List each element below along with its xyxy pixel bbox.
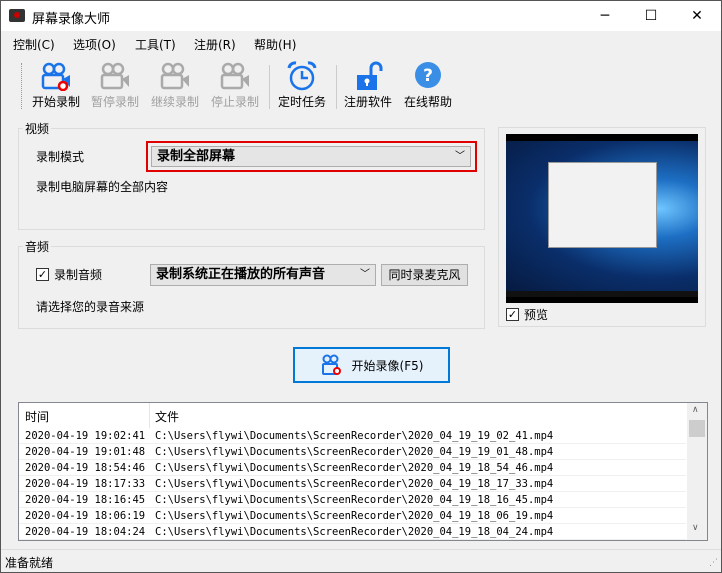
audio-group-label: 音频 — [23, 238, 52, 255]
audio-source-value: 录制系统正在播放的所有声音 — [156, 267, 326, 282]
table-row[interactable]: 2020-04-19 19:02:41 C:\Users\flywi\Docume… — [19, 428, 686, 444]
row-time: 2020-04-19 19:02:41 — [25, 430, 146, 442]
audio-group — [18, 246, 485, 329]
recordings-list[interactable]: 时间 文件 2020-04-19 19:02:41 C:\Users\flywi\… — [18, 402, 708, 541]
preview-image — [506, 134, 698, 303]
table-row[interactable]: 2020-04-19 18:16:45 C:\Users\flywi\Docume… — [19, 492, 686, 508]
preview-label: 预览 — [524, 308, 549, 322]
chevron-down-icon: ﹀ — [360, 269, 370, 280]
vertical-scrollbar[interactable]: ∧ ∨ — [687, 403, 707, 540]
minimize-button[interactable]: ─ — [582, 1, 628, 31]
toolbar-grip[interactable] — [21, 63, 22, 109]
pause-record-label: 暂停录制 — [90, 95, 139, 109]
record-audio-checkbox[interactable]: ✓ — [36, 268, 49, 281]
column-header-file[interactable]: 文件 — [155, 408, 179, 425]
table-row[interactable]: 2020-04-19 18:06:19 C:\Users\flywi\Docume… — [19, 508, 686, 524]
table-row[interactable]: 2020-04-19 19:01:48 C:\Users\flywi\Docume… — [19, 444, 686, 460]
online-help-label: 在线帮助 — [403, 95, 452, 109]
register-label: 注册软件 — [343, 95, 392, 109]
start-recording-label: 开始录像(F5) — [351, 358, 424, 373]
help-icon: ? — [415, 62, 441, 88]
table-row[interactable]: 2020-04-19 18:54:46 C:\Users\flywi\Docume… — [19, 460, 686, 476]
alarm-clock-icon — [287, 61, 317, 91]
camera-record-icon — [321, 354, 341, 375]
maximize-button[interactable]: ☐ — [628, 1, 674, 31]
column-header-time[interactable]: 时间 — [25, 408, 49, 425]
row-time: 2020-04-19 18:04:24 — [25, 526, 146, 538]
unlock-icon — [357, 61, 383, 90]
table-row[interactable]: 2020-04-19 18:17:33 C:\Users\flywi\Docume… — [19, 476, 686, 492]
row-file: C:\Users\flywi\Documents\ScreenRecorder\… — [155, 446, 554, 458]
scroll-down-icon[interactable]: ∨ — [692, 523, 699, 533]
row-file: C:\Users\flywi\Documents\ScreenRecorder\… — [155, 430, 554, 442]
menu-tools[interactable]: 工具(T) — [135, 36, 176, 53]
app-icon — [9, 9, 25, 22]
window-title: 屏幕录像大师 — [32, 12, 111, 27]
scheduled-task-tool[interactable]: 定时任务 — [271, 61, 333, 113]
scrollbar-thumb[interactable] — [689, 420, 705, 437]
preview-checkbox[interactable]: ✓ — [506, 308, 519, 321]
record-mode-label: 录制模式 — [36, 150, 85, 164]
start-record-label: 开始录制 — [31, 95, 80, 109]
row-file: C:\Users\flywi\Documents\ScreenRecorder\… — [155, 478, 554, 490]
camera-pause-icon — [100, 62, 129, 90]
camera-record-icon — [41, 62, 70, 91]
start-record-tool[interactable]: 开始录制 — [25, 61, 87, 113]
row-time: 2020-04-19 18:54:46 — [25, 462, 146, 474]
audio-hint: 请选择您的录音来源 — [36, 300, 145, 314]
title-bar: 屏幕录像大师 ─ ☐ ✕ — [1, 1, 721, 31]
mic-button[interactable]: 同时录麦克风 — [381, 264, 468, 286]
scroll-up-icon[interactable]: ∧ — [692, 405, 699, 415]
row-file: C:\Users\flywi\Documents\ScreenRecorder\… — [155, 526, 554, 538]
camera-resume-icon — [160, 62, 189, 90]
start-recording-button[interactable]: 开始录像(F5) — [293, 347, 450, 383]
status-text: 准备就绪 — [5, 556, 54, 570]
menu-bar: 控制(C) 选项(O) 工具(T) 注册(R) 帮助(H) — [1, 32, 721, 56]
row-time: 2020-04-19 19:01:48 — [25, 446, 146, 458]
record-mode-value: 录制全部屏幕 — [157, 149, 236, 164]
row-time: 2020-04-19 18:16:45 — [25, 494, 146, 506]
menu-options[interactable]: 选项(O) — [73, 36, 116, 53]
record-mode-description: 录制电脑屏幕的全部内容 — [36, 180, 169, 194]
status-bar: 准备就绪 ⋰ — [1, 549, 721, 573]
row-time: 2020-04-19 18:06:19 — [25, 510, 146, 522]
stop-record-label: 停止录制 — [210, 95, 259, 109]
menu-help[interactable]: 帮助(H) — [254, 36, 296, 53]
pause-record-tool[interactable]: 暂停录制 — [84, 61, 146, 113]
row-file: C:\Users\flywi\Documents\ScreenRecorder\… — [155, 462, 554, 474]
menu-register[interactable]: 注册(R) — [194, 36, 236, 53]
camera-stop-icon — [220, 62, 249, 90]
register-tool[interactable]: 注册软件 — [337, 61, 399, 113]
stop-record-tool[interactable]: 停止录制 — [204, 61, 266, 113]
row-file: C:\Users\flywi\Documents\ScreenRecorder\… — [155, 510, 554, 522]
column-divider — [149, 403, 150, 428]
resume-record-label: 继续录制 — [150, 95, 199, 109]
chevron-down-icon: ﹀ — [455, 151, 465, 162]
row-file: C:\Users\flywi\Documents\ScreenRecorder\… — [155, 494, 554, 506]
svg-text:?: ? — [423, 66, 433, 86]
close-button[interactable]: ✕ — [674, 1, 720, 31]
list-header: 时间 文件 — [19, 403, 686, 428]
row-time: 2020-04-19 18:17:33 — [25, 478, 146, 490]
resume-record-tool[interactable]: 继续录制 — [144, 61, 206, 113]
resize-grip-icon[interactable]: ⋰ — [709, 558, 718, 568]
table-row[interactable]: 2020-04-19 18:04:24 C:\Users\flywi\Docume… — [19, 524, 686, 540]
record-mode-dropdown[interactable]: 录制全部屏幕 ﹀ — [151, 146, 471, 167]
video-group-label: 视频 — [23, 120, 52, 137]
toolbar-separator — [269, 65, 270, 109]
scheduled-task-label: 定时任务 — [277, 95, 326, 109]
record-audio-label: 录制音频 — [54, 268, 103, 282]
online-help-tool[interactable]: ? 在线帮助 — [397, 61, 459, 113]
menu-control[interactable]: 控制(C) — [13, 36, 55, 53]
audio-source-dropdown[interactable]: 录制系统正在播放的所有声音 ﹀ — [150, 264, 376, 286]
